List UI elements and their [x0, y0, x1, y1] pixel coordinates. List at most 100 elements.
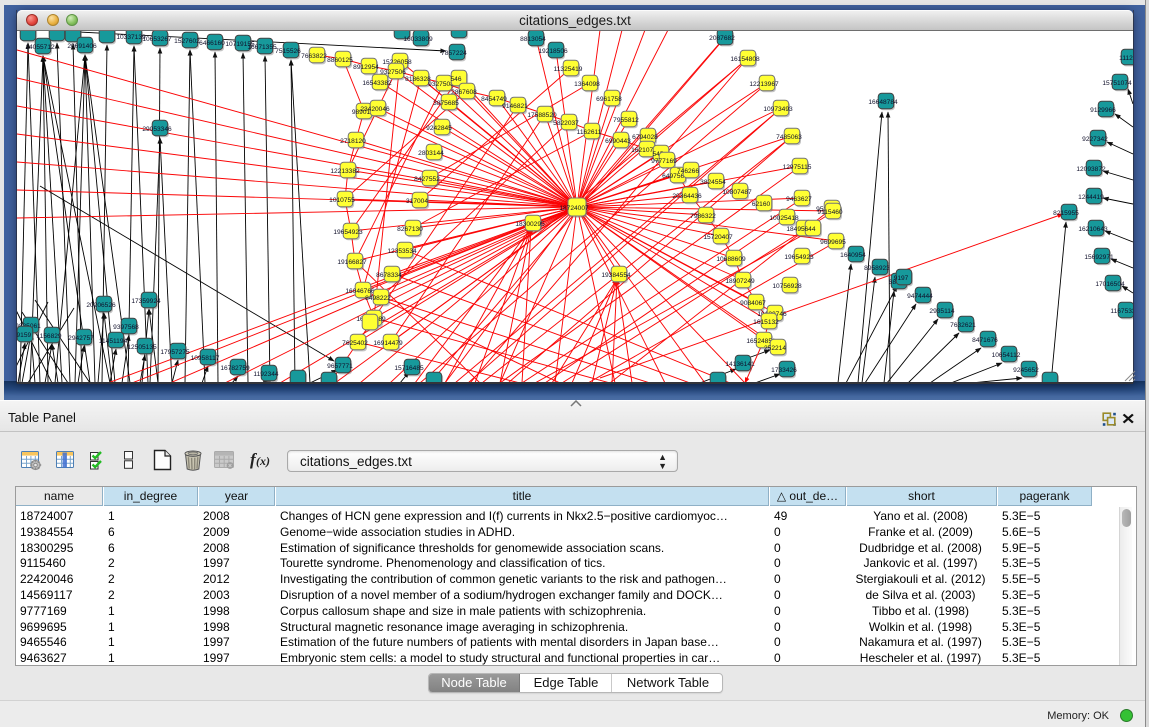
svg-text:12093872: 12093872 — [1076, 166, 1106, 173]
svg-text:8813054: 8813054 — [520, 36, 546, 43]
svg-text:10654112: 10654112 — [992, 352, 1021, 359]
svg-text:2087682: 2087682 — [709, 35, 735, 42]
svg-text:2718120: 2718120 — [340, 138, 366, 145]
svg-text:62160: 62160 — [752, 201, 771, 208]
svg-text:6961758: 6961758 — [596, 96, 622, 103]
svg-text:18724007: 18724007 — [559, 205, 589, 212]
svg-text:9129966: 9129966 — [1090, 107, 1116, 114]
svg-text:252214: 252214 — [764, 345, 786, 352]
svg-text:7986322: 7986322 — [690, 213, 716, 220]
svg-text:17957275: 17957275 — [160, 349, 190, 356]
svg-text:7632621: 7632621 — [950, 322, 976, 329]
svg-text:8427552: 8427552 — [414, 176, 440, 183]
svg-text:1192344: 1192344 — [253, 371, 279, 378]
svg-text:11451194: 11451194 — [99, 338, 128, 345]
svg-text:9463627: 9463627 — [786, 196, 812, 203]
svg-text:9115460: 9115460 — [817, 209, 843, 216]
svg-text:17016504: 17016504 — [1095, 281, 1125, 288]
svg-text:1156829: 1156829 — [36, 333, 62, 340]
svg-text:9474444: 9474444 — [907, 293, 933, 300]
svg-text:1364098: 1364098 — [574, 81, 600, 88]
svg-text:644: 644 — [804, 226, 815, 233]
svg-text:14055712: 14055712 — [25, 44, 55, 51]
svg-text:12975115: 12975115 — [783, 164, 812, 171]
svg-text:2803144: 2803144 — [418, 150, 444, 157]
svg-text:19166827: 19166827 — [337, 259, 367, 266]
svg-text:3875685: 3875685 — [433, 100, 459, 107]
svg-text:1733426: 1733426 — [771, 367, 797, 374]
svg-text:9657771: 9657771 — [327, 363, 353, 370]
svg-text:317004: 317004 — [406, 198, 428, 205]
svg-text:8267130: 8267130 — [397, 226, 423, 233]
svg-text:7485063: 7485063 — [776, 134, 802, 141]
svg-text:16671355: 16671355 — [247, 44, 277, 51]
svg-text:8912954: 8912954 — [353, 64, 379, 71]
svg-text:1167533: 1167533 — [1110, 308, 1133, 315]
svg-text:1010755: 1010755 — [329, 197, 355, 204]
svg-text:746266: 746266 — [677, 168, 699, 175]
svg-text:10756928: 10756928 — [772, 283, 802, 290]
svg-text:29053346: 29053346 — [142, 126, 172, 133]
svg-text:10973493: 10973493 — [763, 106, 793, 113]
svg-text:11325419: 11325419 — [554, 66, 583, 73]
svg-text:23420046: 23420046 — [360, 106, 390, 113]
svg-text:9227342: 9227342 — [1082, 136, 1108, 143]
svg-text:8471676: 8471676 — [972, 337, 998, 344]
svg-text:1527602: 1527602 — [174, 38, 200, 45]
svg-text:12213382: 12213382 — [330, 168, 360, 175]
svg-text:9242845: 9242845 — [426, 125, 452, 132]
svg-text:3824554: 3824554 — [700, 179, 726, 186]
svg-text:2942757: 2942757 — [68, 335, 94, 342]
svg-text:16543382: 16543382 — [362, 80, 392, 87]
svg-text:1112: 1112 — [1119, 55, 1133, 62]
svg-text:9084067: 9084067 — [740, 300, 766, 307]
svg-text:10688609: 10688609 — [716, 256, 746, 263]
svg-text:15692971: 15692971 — [1084, 254, 1114, 261]
svg-text:15751074: 15751074 — [1102, 80, 1132, 87]
svg-text:18907249: 18907249 — [725, 278, 755, 285]
svg-text:7625402: 7625402 — [342, 340, 368, 347]
svg-text:10025418: 10025418 — [769, 215, 799, 222]
svg-text:16914479: 16914479 — [373, 340, 403, 347]
svg-text:20691406: 20691406 — [67, 43, 97, 50]
svg-text:5822037: 5822037 — [553, 120, 579, 127]
svg-text:546: 546 — [450, 76, 461, 83]
svg-text:12353534: 12353534 — [387, 248, 417, 255]
svg-text:2935114: 2935114 — [929, 308, 955, 315]
svg-text:19654923: 19654923 — [784, 254, 814, 261]
svg-text:12505135: 12505135 — [127, 344, 157, 351]
svg-text:10958117: 10958117 — [191, 355, 220, 362]
svg-text:1162611: 1162611 — [577, 129, 602, 136]
svg-text:(x): (x) — [256, 454, 270, 468]
svg-text:16046766: 16046766 — [345, 288, 375, 295]
svg-text:15720407: 15720407 — [703, 234, 733, 241]
svg-text:15716485: 15716485 — [394, 365, 424, 372]
svg-text:1615132: 1615132 — [753, 319, 779, 326]
svg-text:7663822: 7663822 — [301, 53, 327, 60]
svg-text:6990443: 6990443 — [605, 138, 631, 145]
svg-text:9699695: 9699695 — [820, 239, 846, 246]
svg-text:9197: 9197 — [894, 275, 909, 282]
svg-text:19654923: 19654923 — [333, 229, 363, 236]
svg-text:7857224: 7857224 — [441, 50, 467, 57]
svg-text:7955812: 7955812 — [613, 117, 639, 124]
svg-text:16782759: 16782759 — [220, 365, 250, 372]
svg-text:8454749: 8454749 — [481, 96, 507, 103]
svg-text:8958923: 8958923 — [864, 265, 890, 272]
svg-text:16154808: 16154808 — [730, 56, 760, 63]
svg-text:9777169: 9777169 — [651, 158, 677, 165]
svg-text:1640954: 1640954 — [840, 252, 866, 259]
svg-text:8860125: 8860125 — [327, 57, 353, 64]
svg-text:9397568: 9397568 — [113, 324, 139, 331]
svg-text:8215955: 8215955 — [1053, 210, 1079, 217]
svg-text:39159: 39159 — [17, 332, 31, 339]
svg-text:9245652: 9245652 — [1013, 367, 1039, 374]
svg-text:16033809: 16033809 — [403, 36, 433, 43]
svg-text:9146821: 9146821 — [502, 103, 528, 110]
svg-text:8498222: 8498222 — [365, 295, 391, 302]
svg-text:17359924: 17359924 — [131, 298, 161, 305]
svg-text:18300295: 18300295 — [515, 221, 545, 228]
svg-text:7515526: 7515526 — [275, 48, 301, 55]
svg-text:16648784: 16648784 — [868, 99, 898, 106]
svg-text:20364436: 20364436 — [672, 193, 702, 200]
